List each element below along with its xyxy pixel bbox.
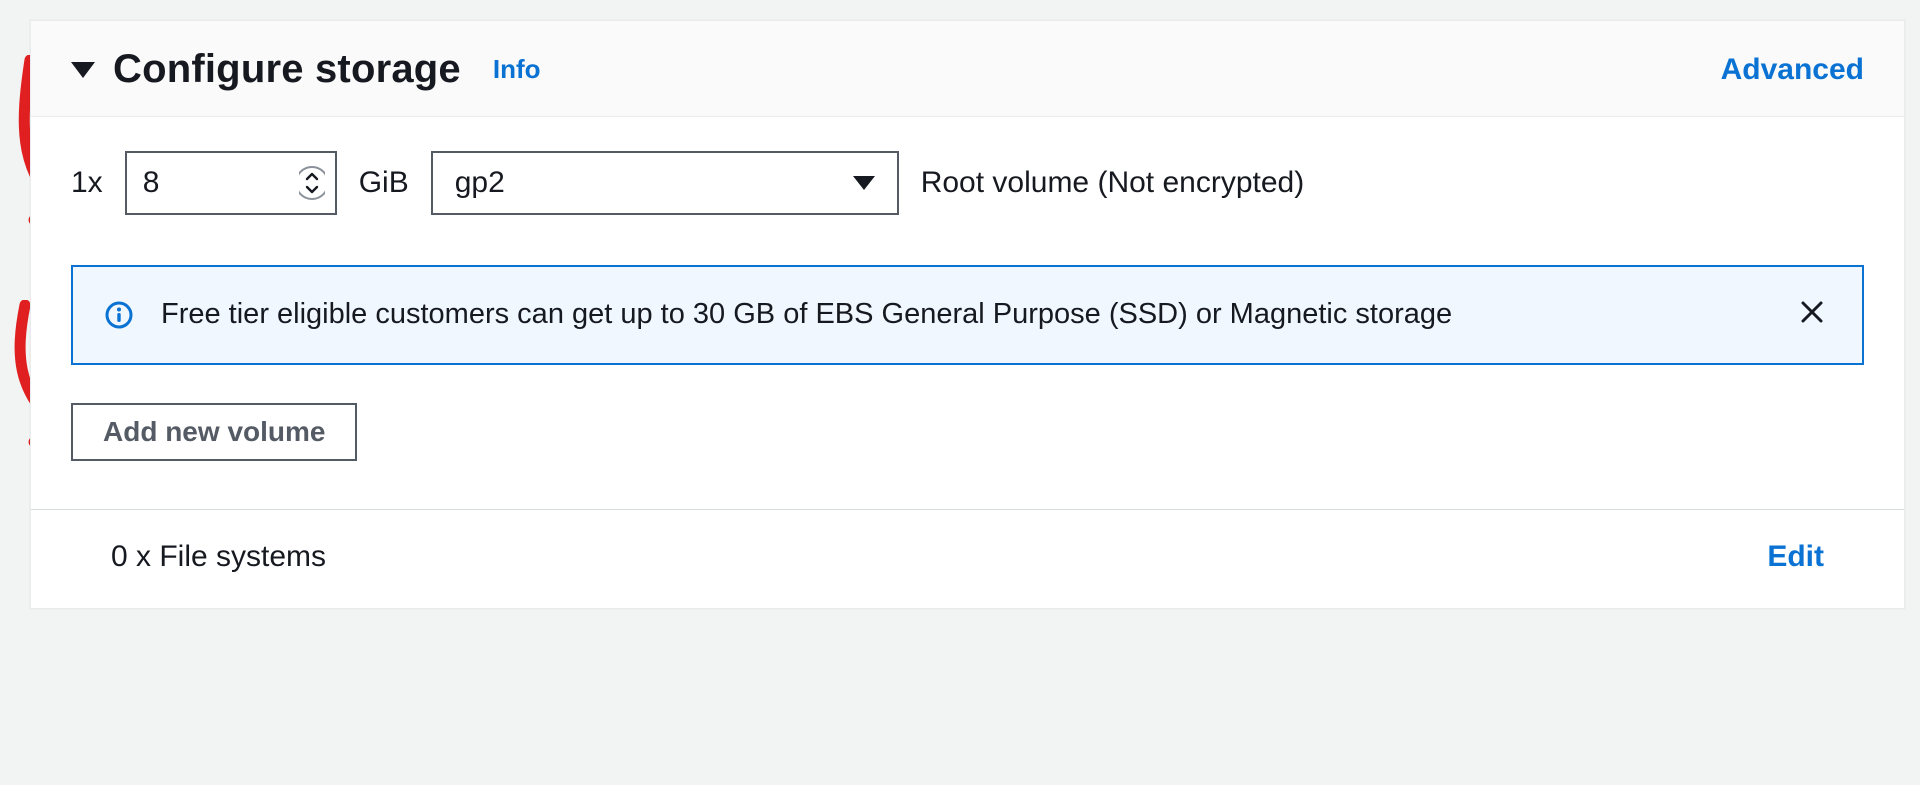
advanced-link[interactable]: Advanced [1721,53,1864,87]
file-systems-summary: 0 x File systems [111,540,326,574]
add-volume-button[interactable]: Add new volume [71,403,357,461]
free-tier-info-alert: Free tier eligible customers can get up … [71,265,1864,365]
volume-size-stepper[interactable] [125,151,337,215]
info-icon [103,299,135,331]
file-systems-row: 0 x File systems Edit [71,510,1864,608]
volume-size-unit: GiB [359,166,409,200]
close-icon [1799,299,1825,332]
volume-size-input[interactable] [127,153,289,213]
volume-type-select[interactable]: gp2 [431,151,899,215]
volume-type-value: gp2 [455,166,505,200]
configure-storage-panel: Configure storage Info Advanced 1x GiB [30,20,1905,609]
volume-count-label: 1x [71,166,103,200]
panel-body: 1x GiB gp2 Root volume (Not encrypted) [31,117,1904,608]
chevron-down-icon [853,176,875,190]
panel-header: Configure storage Info Advanced [31,21,1904,117]
alert-text: Free tier eligible customers can get up … [161,296,1766,334]
panel-header-left: Configure storage Info [71,47,541,92]
alert-close-button[interactable] [1792,295,1832,335]
file-systems-edit-link[interactable]: Edit [1767,540,1824,574]
expand-toggle-icon[interactable] [71,62,95,78]
root-volume-row: 1x GiB gp2 Root volume (Not encrypted) [71,151,1864,215]
panel-title: Configure storage [113,47,461,92]
stepper-buttons-icon[interactable] [289,153,335,213]
info-link[interactable]: Info [493,54,541,85]
volume-description: Root volume (Not encrypted) [921,166,1305,200]
